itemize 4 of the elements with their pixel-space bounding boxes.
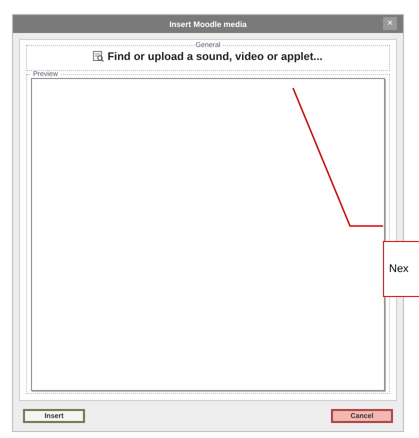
media-link[interactable]: Find or upload a sound, video or applet... bbox=[93, 50, 323, 62]
callout-text: Nex bbox=[389, 263, 409, 275]
window-title: Insert Moodle media bbox=[169, 20, 247, 28]
browse-icon bbox=[93, 51, 104, 62]
